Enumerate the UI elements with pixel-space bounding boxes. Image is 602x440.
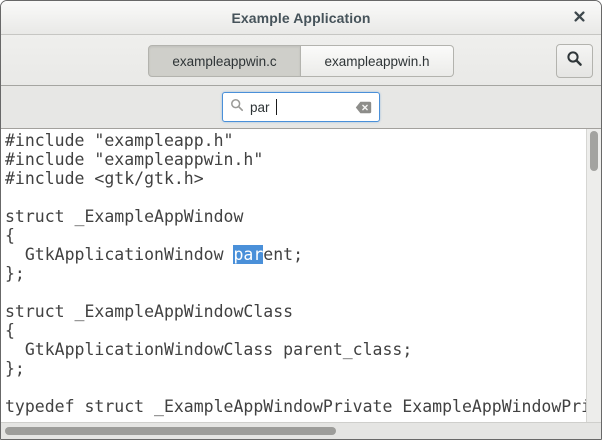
tab-label: exampleappwin.h [324, 54, 429, 69]
code-text: { [5, 321, 15, 340]
vertical-scrollbar-thumb[interactable] [590, 131, 598, 171]
edit-clear-icon [355, 101, 372, 114]
clear-search-button[interactable] [355, 101, 372, 114]
code-line: }; [5, 264, 586, 283]
code-line [5, 378, 586, 397]
code-text: typedef struct _ExampleAppWindowPrivate … [5, 397, 586, 416]
tab-exampleappwin-h[interactable]: exampleappwin.h [301, 45, 454, 77]
tab-label: exampleappwin.c [172, 54, 276, 69]
code-text: { [5, 226, 15, 245]
code-line [5, 283, 586, 302]
code-line: { [5, 226, 586, 245]
close-button[interactable] [566, 1, 593, 34]
search-match-highlight: par [233, 245, 263, 264]
code-text: ent; [263, 245, 303, 264]
search-bar: par [1, 86, 601, 129]
code-line: { [5, 321, 586, 340]
search-query-text: par [250, 100, 270, 115]
content-area: #include "exampleapp.h"#include "example… [1, 129, 601, 439]
code-line: struct _ExampleAppWindow [5, 207, 586, 226]
code-line: struct _ExampleAppWindowClass [5, 302, 586, 321]
code-text: GtkApplicationWindow [5, 245, 233, 264]
horizontal-scrollbar-thumb[interactable] [5, 427, 336, 435]
code-line: #include "exampleappwin.h" [5, 150, 586, 169]
code-text: #include "exampleappwin.h" [5, 150, 263, 169]
text-caret [276, 99, 277, 115]
code-text: struct _ExampleAppWindow [5, 207, 243, 226]
code-text: }; [5, 264, 25, 283]
magnifier-icon [230, 98, 244, 117]
code-text: #include "exampleapp.h" [5, 131, 233, 150]
vertical-scrollbar[interactable] [586, 129, 601, 422]
app-window: Example Application exampleappwin.c exam… [0, 0, 602, 440]
code-line: GtkApplicationWindowClass parent_class; [5, 340, 586, 359]
code-line [5, 188, 586, 207]
code-text: }; [5, 359, 25, 378]
search-input[interactable]: par [222, 92, 380, 122]
code-line: }; [5, 359, 586, 378]
window-title: Example Application [231, 10, 370, 26]
titlebar[interactable]: Example Application [1, 1, 601, 35]
code-text: #include <gtk/gtk.h> [5, 169, 204, 188]
code-line: #include "exampleapp.h" [5, 131, 586, 150]
close-icon [574, 9, 585, 27]
tab-switcher: exampleappwin.c exampleappwin.h [148, 45, 454, 77]
code-line: GtkApplicationWindow parent; [5, 245, 586, 264]
header-toolbar: exampleappwin.c exampleappwin.h [1, 35, 601, 86]
code-line: #include <gtk/gtk.h> [5, 169, 586, 188]
magnifier-icon [566, 50, 583, 72]
code-view[interactable]: #include "exampleapp.h"#include "example… [1, 129, 586, 422]
code-text: GtkApplicationWindowClass parent_class; [5, 340, 412, 359]
tab-exampleappwin-c[interactable]: exampleappwin.c [148, 45, 301, 77]
code-text: struct _ExampleAppWindowClass [5, 302, 293, 321]
search-toggle-button[interactable] [556, 44, 593, 78]
horizontal-scrollbar[interactable] [1, 422, 601, 439]
code-line: typedef struct _ExampleAppWindowPrivate … [5, 397, 586, 416]
